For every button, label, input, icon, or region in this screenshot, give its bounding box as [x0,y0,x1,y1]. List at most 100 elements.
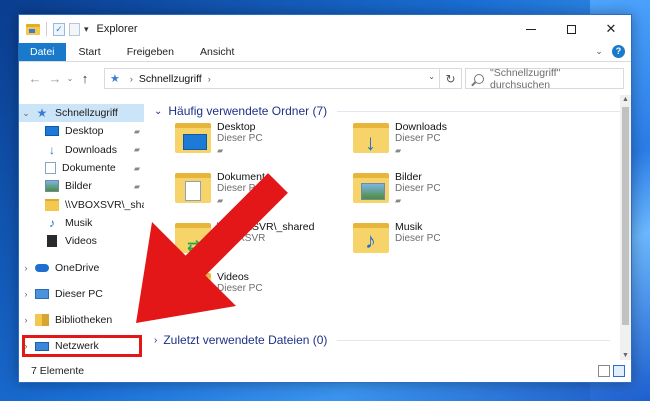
desktop-icon [45,126,59,137]
videos-icon [45,235,59,248]
forward-button[interactable]: → [45,69,65,89]
music-folder-icon: ♪ [353,223,389,253]
sidebar-item-dieser-pc[interactable]: › Dieser PC [19,285,144,303]
recent-locations-icon[interactable]: ⌄ [65,74,75,83]
star-icon: ★ [36,106,48,121]
address-dropdown-icon[interactable]: ⌄ [428,72,435,81]
quick-access-star-icon: ★ [110,73,120,85]
folder-tile-desktop[interactable]: Desktop Dieser PC ▰ [169,119,339,167]
sidebar-item-videos[interactable]: Videos [19,232,144,250]
videos-folder-icon [175,273,211,303]
folder-app-icon [26,23,40,35]
chevron-right-icon: › [154,334,158,346]
pictures-icon [45,180,59,193]
tab-freigeben[interactable]: Freigeben [114,43,187,61]
sidebar-item-downloads[interactable]: ↓ Downloads ▰ [19,141,144,159]
ribbon-tabs: Datei Start Freigeben Ansicht ⌄ ? [19,43,631,62]
chevron-down-icon: ⌄ [154,105,163,117]
scroll-down-icon[interactable]: ▼ [620,352,631,359]
quick-access-toolbar: ✓ ▾ [19,22,89,36]
refresh-button[interactable]: ↻ [440,68,462,89]
explorer-window: ✓ ▾ Explorer ✕ Datei Start Freigeben Ans… [18,14,632,383]
search-input[interactable]: "Schnellzugriff" durchsuchen [465,66,624,91]
maximize-button[interactable] [551,15,591,43]
folder-tile-videos[interactable]: Videos Dieser PC [169,269,339,317]
customize-toolbar-icon[interactable]: ▾ [84,24,89,35]
tab-ansicht[interactable]: Ansicht [187,43,247,61]
breadcrumb-separator[interactable]: › [208,74,211,84]
computer-icon [35,288,49,299]
sidebar-item-bibliotheken[interactable]: › Bibliotheken [19,311,144,329]
expand-icon[interactable]: › [19,263,33,273]
details-view-icon[interactable] [598,365,610,377]
content-pane: ⌄ Häufig verwendete Ordner (7) Desktop D… [144,95,631,360]
pin-icon: ▰ [395,196,402,205]
sidebar-item-dokumente[interactable]: Dokumente ▰ [19,159,144,177]
pin-icon: ▰ [133,163,140,173]
documents-icon [45,162,56,175]
group-frequent-folders[interactable]: ⌄ Häufig verwendete Ordner (7) [144,101,631,121]
back-button[interactable]: ← [25,69,45,89]
folder-tile-downloads[interactable]: ↓ Downloads Dieser PC ▰ [347,119,517,167]
folder-tile-bilder[interactable]: Bilder Dieser PC ▰ [347,169,517,217]
help-icon[interactable]: ? [612,44,625,58]
sidebar-item-schnellzugriff[interactable]: ⌄ ★ Schnellzugriff [19,104,144,123]
breadcrumb-separator[interactable]: › [130,74,133,84]
collapse-icon[interactable]: ⌄ [19,108,33,119]
music-icon: ♪ [49,215,55,230]
address-bar[interactable]: ★ › Schnellzugriff › ⌄ [104,68,440,89]
highlight-box [22,335,142,357]
scroll-up-icon[interactable]: ▲ [620,96,631,103]
minimize-button[interactable] [511,15,551,43]
navigation-pane: ⌄ ★ Schnellzugriff Desktop ▰ ↓ Downloads… [19,95,144,360]
window-title: Explorer [96,23,138,35]
vertical-scrollbar[interactable]: ▲ ▼ [620,95,631,360]
folder-tile-vboxsvr-shared[interactable]: ⇄ \\VBOXSVR\_shared VBOXSVR [169,219,339,267]
pin-icon: ▰ [133,181,140,191]
network-folder-icon [45,198,59,211]
scroll-thumb[interactable] [622,107,629,325]
new-folder-icon[interactable] [69,22,80,36]
search-icon [474,73,484,84]
minimize-icon [526,28,536,30]
network-share-folder-icon: ⇄ [175,223,211,255]
pin-icon: ▰ [217,146,224,155]
pin-icon: ▰ [217,196,224,205]
tab-start[interactable]: Start [66,43,114,61]
up-button[interactable]: ↑ [75,69,95,89]
tab-datei[interactable]: Datei [19,43,66,61]
sidebar-item-desktop[interactable]: Desktop ▰ [19,122,144,140]
pin-icon: ▰ [395,146,402,155]
close-button[interactable]: ✕ [591,15,631,43]
group-recent-files[interactable]: › Zuletzt verwendete Dateien (0) [144,330,620,350]
folder-tile-dokumente[interactable]: Dokumente Dieser PC ▰ [169,169,339,217]
tiles-view-icon[interactable] [613,365,625,377]
maximize-icon [566,24,576,34]
item-count: 7 Elemente [31,365,85,377]
pictures-folder-icon [353,173,389,203]
sidebar-item-bilder[interactable]: Bilder ▰ [19,177,144,195]
sidebar-item-vboxsvr-shared[interactable]: \\VBOXSVR\_sharec [19,195,144,213]
download-icon: ↓ [49,142,55,157]
cloud-icon [35,263,49,272]
status-bar: 7 Elemente [19,360,631,382]
expand-icon[interactable]: › [19,315,33,325]
sidebar-item-onedrive[interactable]: › OneDrive [19,258,144,276]
expand-ribbon-icon[interactable]: ⌄ [592,44,606,58]
sidebar-item-musik[interactable]: ♪ Musik [19,214,144,232]
pin-icon: ▰ [133,126,140,136]
search-placeholder: "Schnellzugriff" durchsuchen [490,66,561,91]
library-icon [35,314,49,327]
documents-folder-icon [175,173,211,203]
window-controls: ✕ [511,15,631,43]
folder-tile-musik[interactable]: ♪ Musik Dieser PC [347,219,517,267]
title-bar: ✓ ▾ Explorer ✕ [19,15,631,43]
navigation-bar: ← → ⌄ ↑ ★ › Schnellzugriff › ⌄ ↻ "Schnel… [19,62,631,95]
downloads-folder-icon: ↓ [353,123,389,154]
properties-icon[interactable]: ✓ [53,22,65,36]
desktop-folder-icon [175,123,211,153]
explorer-body: ⌄ ★ Schnellzugriff Desktop ▰ ↓ Downloads… [19,95,631,360]
pin-icon: ▰ [133,145,140,155]
breadcrumb-schnellzugriff[interactable]: Schnellzugriff [139,73,202,85]
expand-icon[interactable]: › [19,289,33,299]
